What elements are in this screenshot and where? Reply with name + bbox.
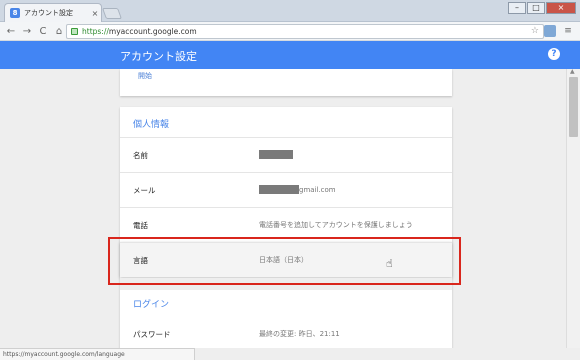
password-row[interactable]: パスワード 最終の変更: 昨日、21:11 bbox=[120, 317, 452, 348]
url-host: myaccount.google.com bbox=[108, 27, 197, 36]
main-content: 開始 個人情報 名前 メール gmail.com 電話 電話番号を追加してアカウ… bbox=[0, 69, 566, 348]
status-bar-url: https://myaccount.google.com/language bbox=[0, 348, 195, 360]
hand-cursor-icon: ☝ bbox=[386, 257, 393, 270]
tab-close-icon[interactable]: × bbox=[89, 9, 101, 18]
lock-icon bbox=[71, 28, 78, 35]
email-domain: gmail.com bbox=[299, 185, 336, 194]
previous-card: 開始 bbox=[120, 69, 452, 96]
phone-row[interactable]: 電話 電話番号を追加してアカウントを保護しましょう bbox=[120, 207, 452, 242]
reload-icon[interactable]: C bbox=[38, 26, 48, 37]
bookmark-star-icon[interactable]: ☆ bbox=[531, 26, 539, 36]
google-favicon-icon: 8 bbox=[10, 8, 20, 18]
tab-title: アカウント設定 bbox=[24, 9, 73, 17]
redacted-name bbox=[259, 150, 293, 159]
start-link[interactable]: 開始 bbox=[138, 71, 152, 81]
scroll-up-icon[interactable]: ▲ bbox=[570, 68, 575, 75]
window-controls: – □ × bbox=[508, 2, 576, 14]
address-bar[interactable]: https://myaccount.google.com ☆ bbox=[66, 24, 544, 39]
page-bottom bbox=[195, 348, 580, 360]
email-value: gmail.com bbox=[259, 185, 336, 194]
new-tab-button[interactable] bbox=[101, 8, 123, 19]
password-label: パスワード bbox=[133, 330, 171, 339]
camera-extension-icon[interactable] bbox=[544, 25, 556, 37]
personal-info-card: 個人情報 名前 メール gmail.com 電話 電話番号を追加してアカウントを… bbox=[120, 107, 452, 348]
browser-tab-strip: 8 アカウント設定 × – □ × bbox=[0, 0, 580, 22]
phone-label: 電話 bbox=[133, 221, 148, 230]
login-title: ログイン bbox=[133, 300, 170, 310]
personal-info-title: 個人情報 bbox=[133, 120, 170, 130]
browser-tab[interactable]: 8 アカウント設定 × bbox=[4, 3, 102, 22]
scroll-thumb[interactable] bbox=[569, 77, 578, 137]
home-icon[interactable]: ⌂ bbox=[54, 26, 64, 37]
scrollbar[interactable]: ▲ bbox=[566, 68, 580, 348]
language-value: 日本語（日本） bbox=[259, 256, 308, 264]
name-label: 名前 bbox=[133, 151, 148, 160]
menu-icon[interactable]: ≡ bbox=[562, 25, 574, 37]
account-header: アカウント設定 ? bbox=[0, 41, 580, 69]
name-row[interactable]: 名前 bbox=[120, 137, 452, 172]
browser-toolbar: ← → C ⌂ https://myaccount.google.com ☆ ≡ bbox=[0, 22, 580, 41]
close-window-button[interactable]: × bbox=[546, 2, 576, 14]
back-icon[interactable]: ← bbox=[6, 26, 16, 37]
card-gap bbox=[120, 278, 452, 290]
password-value: 最終の変更: 昨日、21:11 bbox=[259, 330, 340, 338]
forward-icon[interactable]: → bbox=[22, 26, 32, 37]
redacted-email bbox=[259, 185, 299, 194]
name-value bbox=[259, 150, 293, 159]
email-row[interactable]: メール gmail.com bbox=[120, 172, 452, 207]
language-row[interactable]: 言語 日本語（日本） ☝ bbox=[120, 242, 452, 277]
email-label: メール bbox=[133, 186, 156, 195]
page-title: アカウント設定 bbox=[120, 50, 197, 63]
help-icon[interactable]: ? bbox=[548, 48, 560, 60]
minimize-button[interactable]: – bbox=[508, 2, 526, 14]
phone-value: 電話番号を追加してアカウントを保護しましょう bbox=[259, 221, 413, 229]
url-scheme: https:// bbox=[82, 27, 109, 36]
language-label: 言語 bbox=[133, 256, 148, 265]
maximize-button[interactable]: □ bbox=[527, 2, 545, 14]
